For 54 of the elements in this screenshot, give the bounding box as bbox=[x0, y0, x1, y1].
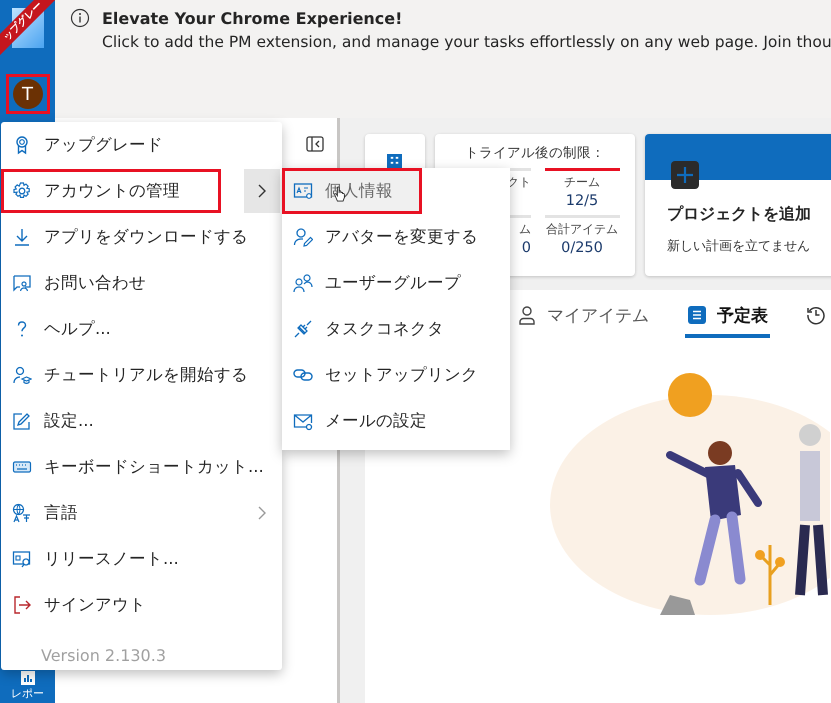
version-text: Version 2.130.3 bbox=[40, 645, 167, 665]
download-icon bbox=[12, 227, 32, 247]
submenu-item[interactable]: タスクコネクタ bbox=[282, 306, 510, 352]
collapse-pane-icon[interactable] bbox=[305, 134, 325, 154]
person-cap-icon bbox=[12, 365, 32, 385]
info-icon bbox=[70, 8, 90, 28]
project-title: プロジェクトを追加 bbox=[667, 204, 812, 225]
chevron-right-icon bbox=[257, 505, 267, 521]
report-nav-item[interactable]: レポー bbox=[11, 670, 44, 703]
chevron-right-icon bbox=[257, 183, 267, 199]
menu-item[interactable]: 言語 bbox=[1, 491, 89, 535]
user-avatar[interactable]: T bbox=[12, 79, 42, 109]
globe-letter-icon bbox=[12, 503, 32, 523]
submenu-item[interactable]: セットアップリンク bbox=[282, 352, 510, 398]
person-pencil-icon bbox=[293, 227, 313, 247]
banner-title: Elevate Your Chrome Experience! bbox=[102, 8, 404, 30]
menu-item[interactable]: キーボードショートカット... bbox=[1, 445, 275, 489]
submenu-item[interactable]: ユーザーグループ bbox=[282, 260, 510, 306]
menu-item[interactable]: アップグレード bbox=[1, 123, 174, 167]
project-text: 新しい計画を立てません bbox=[667, 238, 811, 255]
banner-text[interactable]: Click to add the PM extension, and manage your tasks effortlessly on any web page. Join thou bbox=[102, 30, 831, 54]
list-icon bbox=[687, 305, 707, 325]
menu-item[interactable]: 設定... bbox=[1, 399, 105, 443]
app-logo[interactable]: ップグレー bbox=[0, 0, 55, 72]
menu-item[interactable]: ヘルプ... bbox=[1, 307, 122, 351]
menu-item[interactable]: アカウントの管理 bbox=[1, 169, 221, 213]
tab[interactable]: マイアイテム bbox=[515, 296, 651, 338]
limit-value: 0/250 bbox=[561, 240, 603, 256]
sign-out-icon bbox=[12, 595, 32, 615]
menu-item[interactable]: アプリをダウンロードする bbox=[1, 215, 259, 259]
limit-value: 0 bbox=[522, 240, 531, 256]
contact-card-icon bbox=[293, 181, 313, 201]
history-icon bbox=[806, 305, 826, 325]
limit-label: 合計アイテム bbox=[546, 221, 618, 238]
limit-label: チーム bbox=[564, 174, 600, 191]
menu-item[interactable]: サインアウト bbox=[1, 583, 157, 627]
person-icon bbox=[517, 305, 537, 325]
add-project-card[interactable]: プロジェクトを追加 新しい計画を立てません bbox=[645, 134, 831, 276]
submenu-item[interactable]: メールの設定 bbox=[282, 398, 510, 444]
submenu-item[interactable]: アバターを変更する bbox=[282, 214, 510, 260]
menu-item[interactable]: お問い合わせ bbox=[1, 261, 157, 305]
menu-item[interactable]: リリースノート... bbox=[1, 537, 190, 581]
plug-icon bbox=[293, 319, 313, 339]
tab[interactable]: 予定表 bbox=[685, 296, 770, 338]
edit-icon bbox=[12, 411, 32, 431]
people-icon bbox=[293, 273, 313, 293]
notes-search-icon bbox=[12, 549, 32, 569]
menu-item[interactable]: チュートリアルを開始する bbox=[1, 353, 259, 397]
chat-person-icon bbox=[12, 273, 32, 293]
settings-icon bbox=[12, 181, 32, 201]
limit-value: 12/5 bbox=[566, 193, 598, 209]
limits-title: トライアル後の制限： bbox=[464, 144, 606, 162]
plus-icon bbox=[671, 161, 699, 189]
limit-label: ム bbox=[519, 221, 531, 238]
